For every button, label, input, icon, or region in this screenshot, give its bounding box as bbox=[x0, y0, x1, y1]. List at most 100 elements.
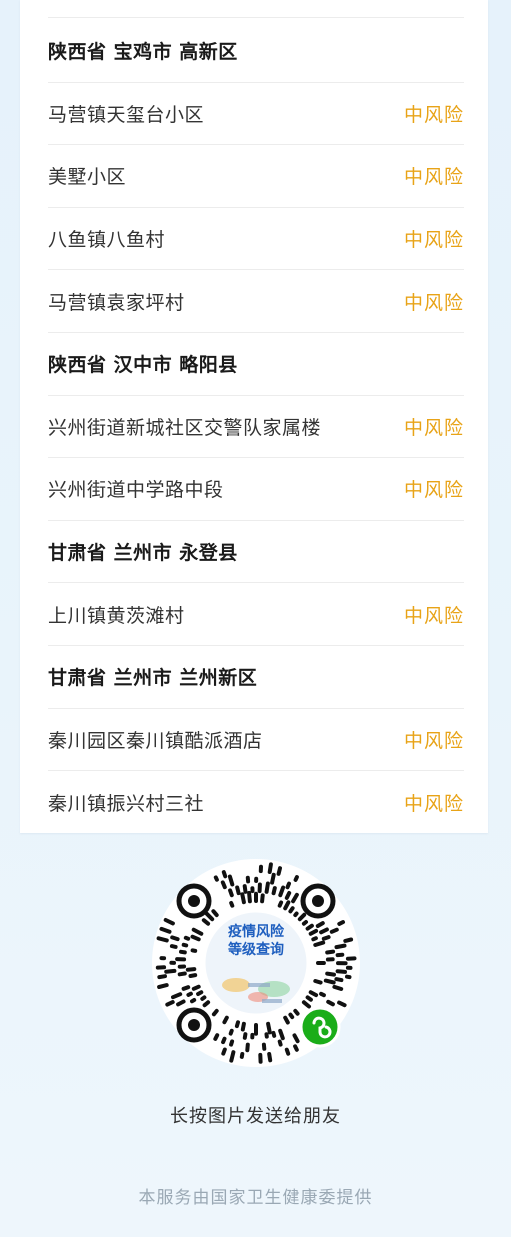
code-ray bbox=[293, 875, 299, 882]
code-ray bbox=[234, 1020, 240, 1029]
code-ray bbox=[171, 992, 183, 1000]
code-ray bbox=[308, 928, 319, 936]
place-name: 八鱼镇八鱼村 bbox=[48, 229, 166, 252]
region-header: 甘肃省 兰州市 兰州新区 bbox=[48, 646, 464, 709]
risk-level-label: 中风险 bbox=[403, 479, 464, 502]
code-ray bbox=[283, 1015, 290, 1025]
code-ray bbox=[177, 971, 187, 977]
service-provider-footer: 本服务由国家卫生健康委提供 bbox=[138, 1188, 373, 1208]
risk-area-row[interactable]: 八鱼镇八鱼村 中风险 bbox=[48, 208, 464, 271]
code-ray bbox=[227, 874, 235, 887]
code-ray bbox=[288, 1012, 295, 1020]
risk-area-row[interactable]: 兴州街道中学路中段 中风险 bbox=[48, 458, 464, 521]
risk-level-label: 中风险 bbox=[403, 416, 464, 439]
code-ray bbox=[305, 995, 313, 1002]
code-ray bbox=[213, 1033, 220, 1041]
code-ray bbox=[247, 890, 252, 904]
code-ray bbox=[267, 1052, 273, 1063]
code-ray bbox=[315, 921, 325, 928]
code-ray bbox=[334, 943, 347, 950]
risk-area-row[interactable]: 秦川园区秦川镇酷派酒店 中风险 bbox=[48, 709, 464, 772]
code-ray bbox=[228, 888, 234, 898]
code-ray bbox=[242, 884, 248, 894]
code-ray bbox=[165, 1000, 175, 1007]
code-center-text-line-1: 疫情风险 bbox=[228, 924, 284, 940]
region-name: 陕西省 汉中市 略阳县 bbox=[48, 354, 238, 377]
code-center-text: 疫情风险 等级查询 bbox=[216, 923, 296, 959]
risk-area-row[interactable]: 马营镇袁家坪村 中风险 bbox=[48, 270, 464, 333]
wechat-mini-program-icon bbox=[299, 1006, 341, 1048]
code-ray bbox=[277, 900, 284, 908]
code-ray bbox=[156, 936, 169, 943]
code-center-text-line-2: 等级查询 bbox=[228, 942, 284, 958]
code-ray bbox=[271, 1030, 277, 1038]
code-ray bbox=[325, 971, 336, 977]
code-ray bbox=[201, 918, 211, 926]
risk-area-row[interactable]: 美墅小区 中风险 bbox=[48, 145, 464, 208]
risk-level-label: 中风险 bbox=[403, 229, 464, 252]
code-ray bbox=[222, 1015, 229, 1025]
code-ray bbox=[240, 892, 246, 905]
code-ray bbox=[190, 934, 201, 942]
code-ray bbox=[188, 973, 198, 978]
code-ray bbox=[266, 1021, 272, 1035]
code-ray bbox=[202, 1000, 211, 1008]
code-ray bbox=[271, 886, 277, 896]
code-ray bbox=[239, 1052, 245, 1059]
risk-area-list: 陕西省 宝鸡市 高新区 马营镇天玺台小区 中风险 美墅小区 中风险 八鱼镇八鱼村… bbox=[20, 20, 488, 834]
code-ray bbox=[200, 995, 207, 1001]
code-ray bbox=[337, 1000, 347, 1008]
place-name: 马营镇天玺台小区 bbox=[48, 103, 205, 126]
code-ray bbox=[213, 875, 219, 882]
risk-area-row[interactable]: 兴州街道新城社区交警队家属楼 中风险 bbox=[48, 396, 464, 459]
code-ray bbox=[335, 969, 347, 974]
code-ray bbox=[301, 920, 308, 926]
region-header: 陕西省 宝鸡市 高新区 bbox=[48, 20, 464, 83]
code-ray bbox=[185, 967, 197, 972]
risk-level-label: 中风险 bbox=[403, 103, 464, 126]
region-name: 陕西省 宝鸡市 高新区 bbox=[48, 41, 238, 64]
code-ray bbox=[245, 1042, 250, 1053]
code-ray bbox=[181, 985, 191, 991]
place-name: 秦川镇振兴村三社 bbox=[48, 792, 205, 815]
code-ray bbox=[196, 990, 204, 996]
code-ray bbox=[292, 1033, 300, 1044]
place-name: 秦川园区秦川镇酷派酒店 bbox=[48, 729, 263, 752]
code-ray bbox=[170, 935, 180, 942]
code-ray bbox=[284, 1047, 291, 1056]
place-name: 马营镇袁家坪村 bbox=[48, 291, 185, 314]
mini-program-code-pattern bbox=[152, 859, 360, 1067]
risk-level-label: 中风险 bbox=[403, 729, 464, 752]
code-ray bbox=[326, 999, 335, 1007]
risk-area-row[interactable]: 秦川镇振兴村三社 中风险 bbox=[48, 771, 464, 834]
code-ray bbox=[190, 998, 197, 1004]
code-ray bbox=[164, 968, 177, 974]
code-ray bbox=[229, 901, 235, 908]
code-ray bbox=[264, 881, 270, 894]
code-ray bbox=[211, 909, 219, 918]
code-ray bbox=[284, 891, 292, 900]
code-ray bbox=[260, 893, 265, 904]
place-name: 上川镇黄茨滩村 bbox=[48, 604, 185, 627]
place-name: 兴州街道中学路中段 bbox=[48, 479, 224, 502]
code-ray bbox=[337, 920, 345, 926]
code-ray bbox=[323, 978, 336, 985]
risk-area-row[interactable]: 马营镇天玺台小区 中风险 bbox=[48, 83, 464, 146]
code-ray bbox=[308, 990, 319, 998]
code-ray bbox=[240, 1021, 246, 1032]
risk-level-label: 中风险 bbox=[403, 604, 464, 627]
code-ray bbox=[321, 935, 331, 941]
region-header: 陕西省 汉中市 略阳县 bbox=[48, 333, 464, 396]
code-ray bbox=[293, 1044, 299, 1052]
code-ray bbox=[176, 999, 186, 1007]
code-ray bbox=[313, 940, 326, 947]
code-ray bbox=[319, 927, 329, 935]
risk-area-row[interactable]: 上川镇黄茨滩村 中风险 bbox=[48, 583, 464, 646]
code-ray bbox=[221, 1036, 227, 1045]
region-header: 甘肃省 兰州市 永登县 bbox=[48, 521, 464, 584]
code-ray bbox=[313, 979, 323, 985]
code-ray bbox=[332, 984, 344, 991]
mini-program-code[interactable]: 疫情风险 等级查询 bbox=[150, 857, 362, 1069]
code-ray bbox=[169, 944, 178, 949]
share-hint-text: 长按图片发送给朋友 bbox=[170, 1106, 341, 1127]
